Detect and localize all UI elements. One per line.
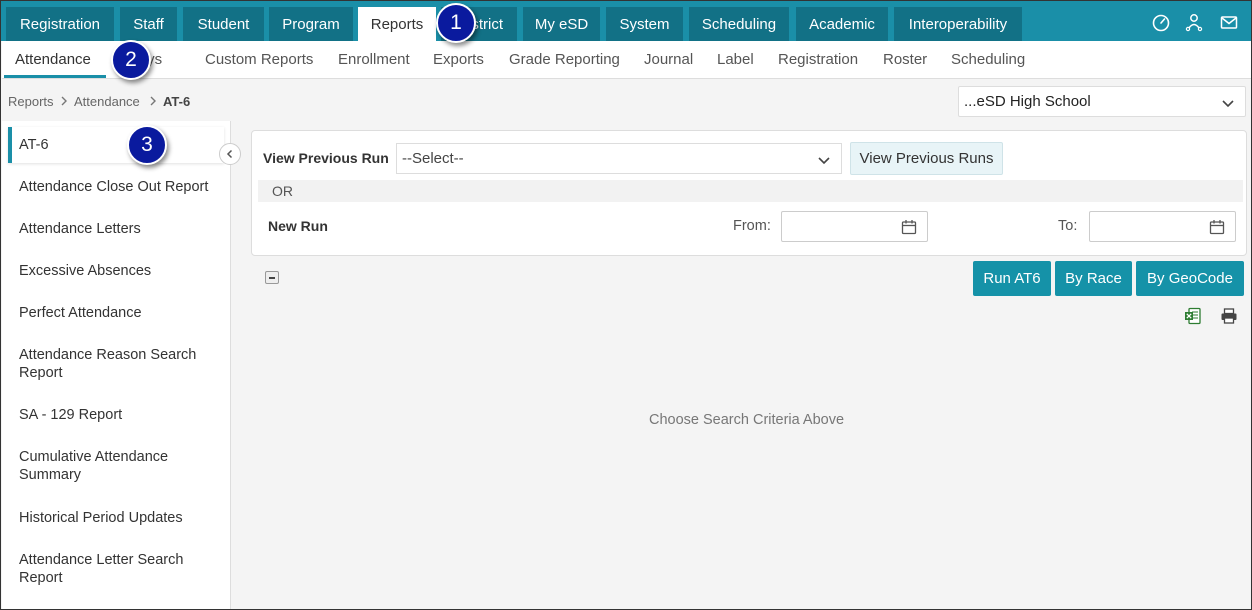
sidebar-item-attendance-reason-search-report[interactable]: Attendance Reason Search Report xyxy=(19,346,219,382)
empty-results-message: Choose Search Criteria Above xyxy=(649,412,845,428)
sidebar-item-perfect-attendance[interactable]: Perfect Attendance xyxy=(19,304,219,322)
tab-interoperability[interactable]: Interoperability xyxy=(894,7,1022,41)
run-at6-button[interactable]: Run AT6 xyxy=(973,261,1051,296)
subnav-registration[interactable]: Registration xyxy=(778,51,858,68)
callout-badge-3: 3 xyxy=(127,125,167,165)
active-subnav-indicator xyxy=(4,75,106,78)
by-geocode-button[interactable]: By GeoCode xyxy=(1136,261,1244,296)
breadcrumb-attendance[interactable]: Attendance xyxy=(74,94,140,109)
report-sidebar: AT-6 Attendance Close Out Report Attenda… xyxy=(2,121,231,609)
subnav-attendance[interactable]: Attendance xyxy=(15,51,91,68)
calendar-icon[interactable] xyxy=(1209,219,1225,235)
tab-system[interactable]: System xyxy=(606,7,683,41)
sidebar-item-excessive-absences[interactable]: Excessive Absences xyxy=(19,262,219,280)
to-label: To: xyxy=(1058,218,1078,234)
sidebar-item-cumulative-attendance-summary[interactable]: Cumulative Attendance Summary xyxy=(19,448,219,484)
sidebar-item-historical-period-updates[interactable]: Historical Period Updates xyxy=(19,509,219,527)
subnav-enrollment[interactable]: Enrollment xyxy=(338,51,410,68)
subnav-journal[interactable]: Journal xyxy=(644,51,693,68)
callout-badge-1: 1 xyxy=(436,3,476,43)
callout-badge-2: 2 xyxy=(111,40,151,80)
sidebar-item-attendance-letter-search-report[interactable]: Attendance Letter Search Report xyxy=(19,551,219,587)
or-label: OR xyxy=(272,183,293,199)
chevron-right-icon xyxy=(61,96,67,106)
tab-student[interactable]: Student xyxy=(183,7,264,41)
print-icon[interactable] xyxy=(1220,308,1238,324)
breadcrumb-reports[interactable]: Reports xyxy=(8,94,54,109)
subnav-scheduling[interactable]: Scheduling xyxy=(951,51,1025,68)
active-item-bar xyxy=(8,127,12,163)
school-select[interactable]: ...eSD High School xyxy=(958,86,1246,117)
subnav-custom-reports[interactable]: Custom Reports xyxy=(205,51,313,68)
or-divider: OR xyxy=(258,180,1243,202)
user-network-icon[interactable] xyxy=(1184,12,1204,32)
sidebar-item-attendance-close-out-report[interactable]: Attendance Close Out Report xyxy=(19,178,219,196)
criteria-panel: View Previous Run --Select-- View Previo… xyxy=(251,130,1247,256)
collapse-criteria-button[interactable] xyxy=(265,271,279,284)
app-frame: Registration Staff Student Program Repor… xyxy=(0,0,1252,610)
top-nav: Registration Staff Student Program Repor… xyxy=(1,1,1251,41)
tab-program[interactable]: Program xyxy=(269,7,353,41)
view-previous-runs-button[interactable]: View Previous Runs xyxy=(850,142,1003,175)
chevron-right-icon xyxy=(150,96,156,106)
new-run-label: New Run xyxy=(268,218,328,234)
from-label: From: xyxy=(733,218,771,234)
subnav-exports[interactable]: Exports xyxy=(433,51,484,68)
dashboard-icon[interactable] xyxy=(1151,12,1171,32)
tab-reports[interactable]: Reports xyxy=(358,7,436,41)
tab-my-esd[interactable]: My eSD xyxy=(523,7,600,41)
subnav-roster[interactable]: Roster xyxy=(883,51,927,68)
mail-icon[interactable] xyxy=(1219,12,1239,32)
to-date-input[interactable] xyxy=(1089,211,1236,242)
excel-export-icon[interactable] xyxy=(1184,307,1202,325)
school-select-value: ...eSD High School xyxy=(964,93,1091,110)
previous-run-select[interactable]: --Select-- xyxy=(396,143,842,174)
subnav-grade-reporting[interactable]: Grade Reporting xyxy=(509,51,620,68)
previous-run-select-value: --Select-- xyxy=(402,150,464,167)
chevron-down-icon xyxy=(1222,100,1234,108)
sidebar-item-sa-129-report[interactable]: SA - 129 Report xyxy=(19,406,219,424)
tab-registration[interactable]: Registration xyxy=(6,7,114,41)
sidebar-item-attendance-letters[interactable]: Attendance Letters xyxy=(19,220,219,238)
breadcrumb-current: AT-6 xyxy=(163,94,191,109)
subnav-label[interactable]: Label xyxy=(717,51,754,68)
calendar-icon[interactable] xyxy=(901,219,917,235)
tab-staff[interactable]: Staff xyxy=(120,7,177,41)
by-race-button[interactable]: By Race xyxy=(1055,261,1132,296)
chevron-down-icon xyxy=(818,157,830,165)
sub-nav: Attendance Days Custom Reports Enrollmen… xyxy=(2,41,1251,79)
chevron-left-icon xyxy=(226,149,233,159)
tab-academic[interactable]: Academic xyxy=(796,7,888,41)
from-date-input[interactable] xyxy=(781,211,928,242)
sidebar-item-at6[interactable]: AT-6 xyxy=(19,136,219,154)
collapse-sidebar-button[interactable] xyxy=(219,143,241,165)
tab-scheduling[interactable]: Scheduling xyxy=(689,7,789,41)
view-previous-run-label: View Previous Run xyxy=(263,150,389,166)
